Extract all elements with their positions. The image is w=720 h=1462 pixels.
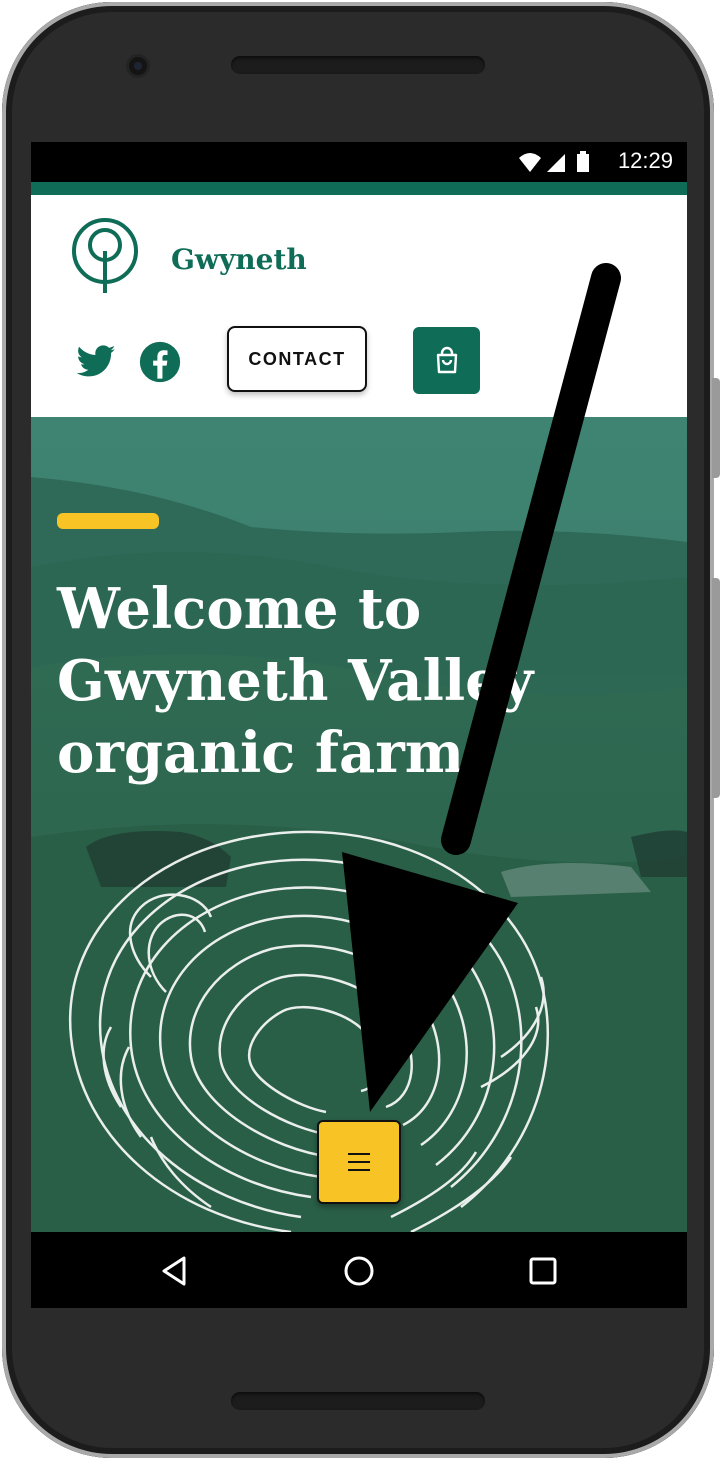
cart-button[interactable] [413, 327, 480, 394]
recents-icon[interactable] [526, 1254, 560, 1288]
contact-button[interactable]: CONTACT [227, 326, 367, 392]
back-icon[interactable] [158, 1254, 192, 1288]
shopping-bag-icon [436, 346, 457, 373]
twitter-icon[interactable] [75, 341, 117, 383]
hero-title-line: organic farm [57, 720, 465, 786]
battery-icon [577, 151, 589, 172]
farm-landscape-image [31, 417, 687, 1232]
bottom-speaker [231, 1392, 485, 1410]
android-nav-bar [31, 1232, 687, 1308]
hamburger-menu-icon [348, 1153, 370, 1171]
device-screen: 12:29 Gwyneth CONTACT Welcome to Gwyneth… [31, 142, 687, 1308]
home-icon[interactable] [342, 1254, 376, 1288]
wifi-icon [519, 153, 541, 172]
tree-logo-icon[interactable] [71, 217, 139, 295]
signal-icon [547, 154, 565, 172]
hero-section: Welcome to Gwyneth Valley organic farm [31, 417, 687, 1232]
front-camera [129, 57, 147, 75]
menu-button[interactable] [317, 1120, 401, 1204]
brand-name[interactable]: Gwyneth [171, 243, 307, 276]
power-button [712, 578, 720, 798]
facebook-icon[interactable] [139, 341, 181, 383]
top-speaker [231, 56, 485, 74]
site-header: Gwyneth CONTACT [31, 195, 687, 417]
top-accent-strip [31, 182, 687, 195]
hero-title-line: Welcome to [57, 576, 422, 642]
status-time: 12:29 [617, 148, 673, 173]
hero-accent-bar [57, 513, 159, 529]
hero-title-line: Gwyneth Valley [57, 648, 534, 714]
status-bar: 12:29 [31, 142, 687, 182]
hero-title: Welcome to Gwyneth Valley organic farm [57, 573, 617, 789]
phone-frame: 12:29 Gwyneth CONTACT Welcome to Gwyneth… [2, 2, 714, 1458]
status-icons [519, 151, 589, 172]
volume-button [712, 378, 720, 478]
